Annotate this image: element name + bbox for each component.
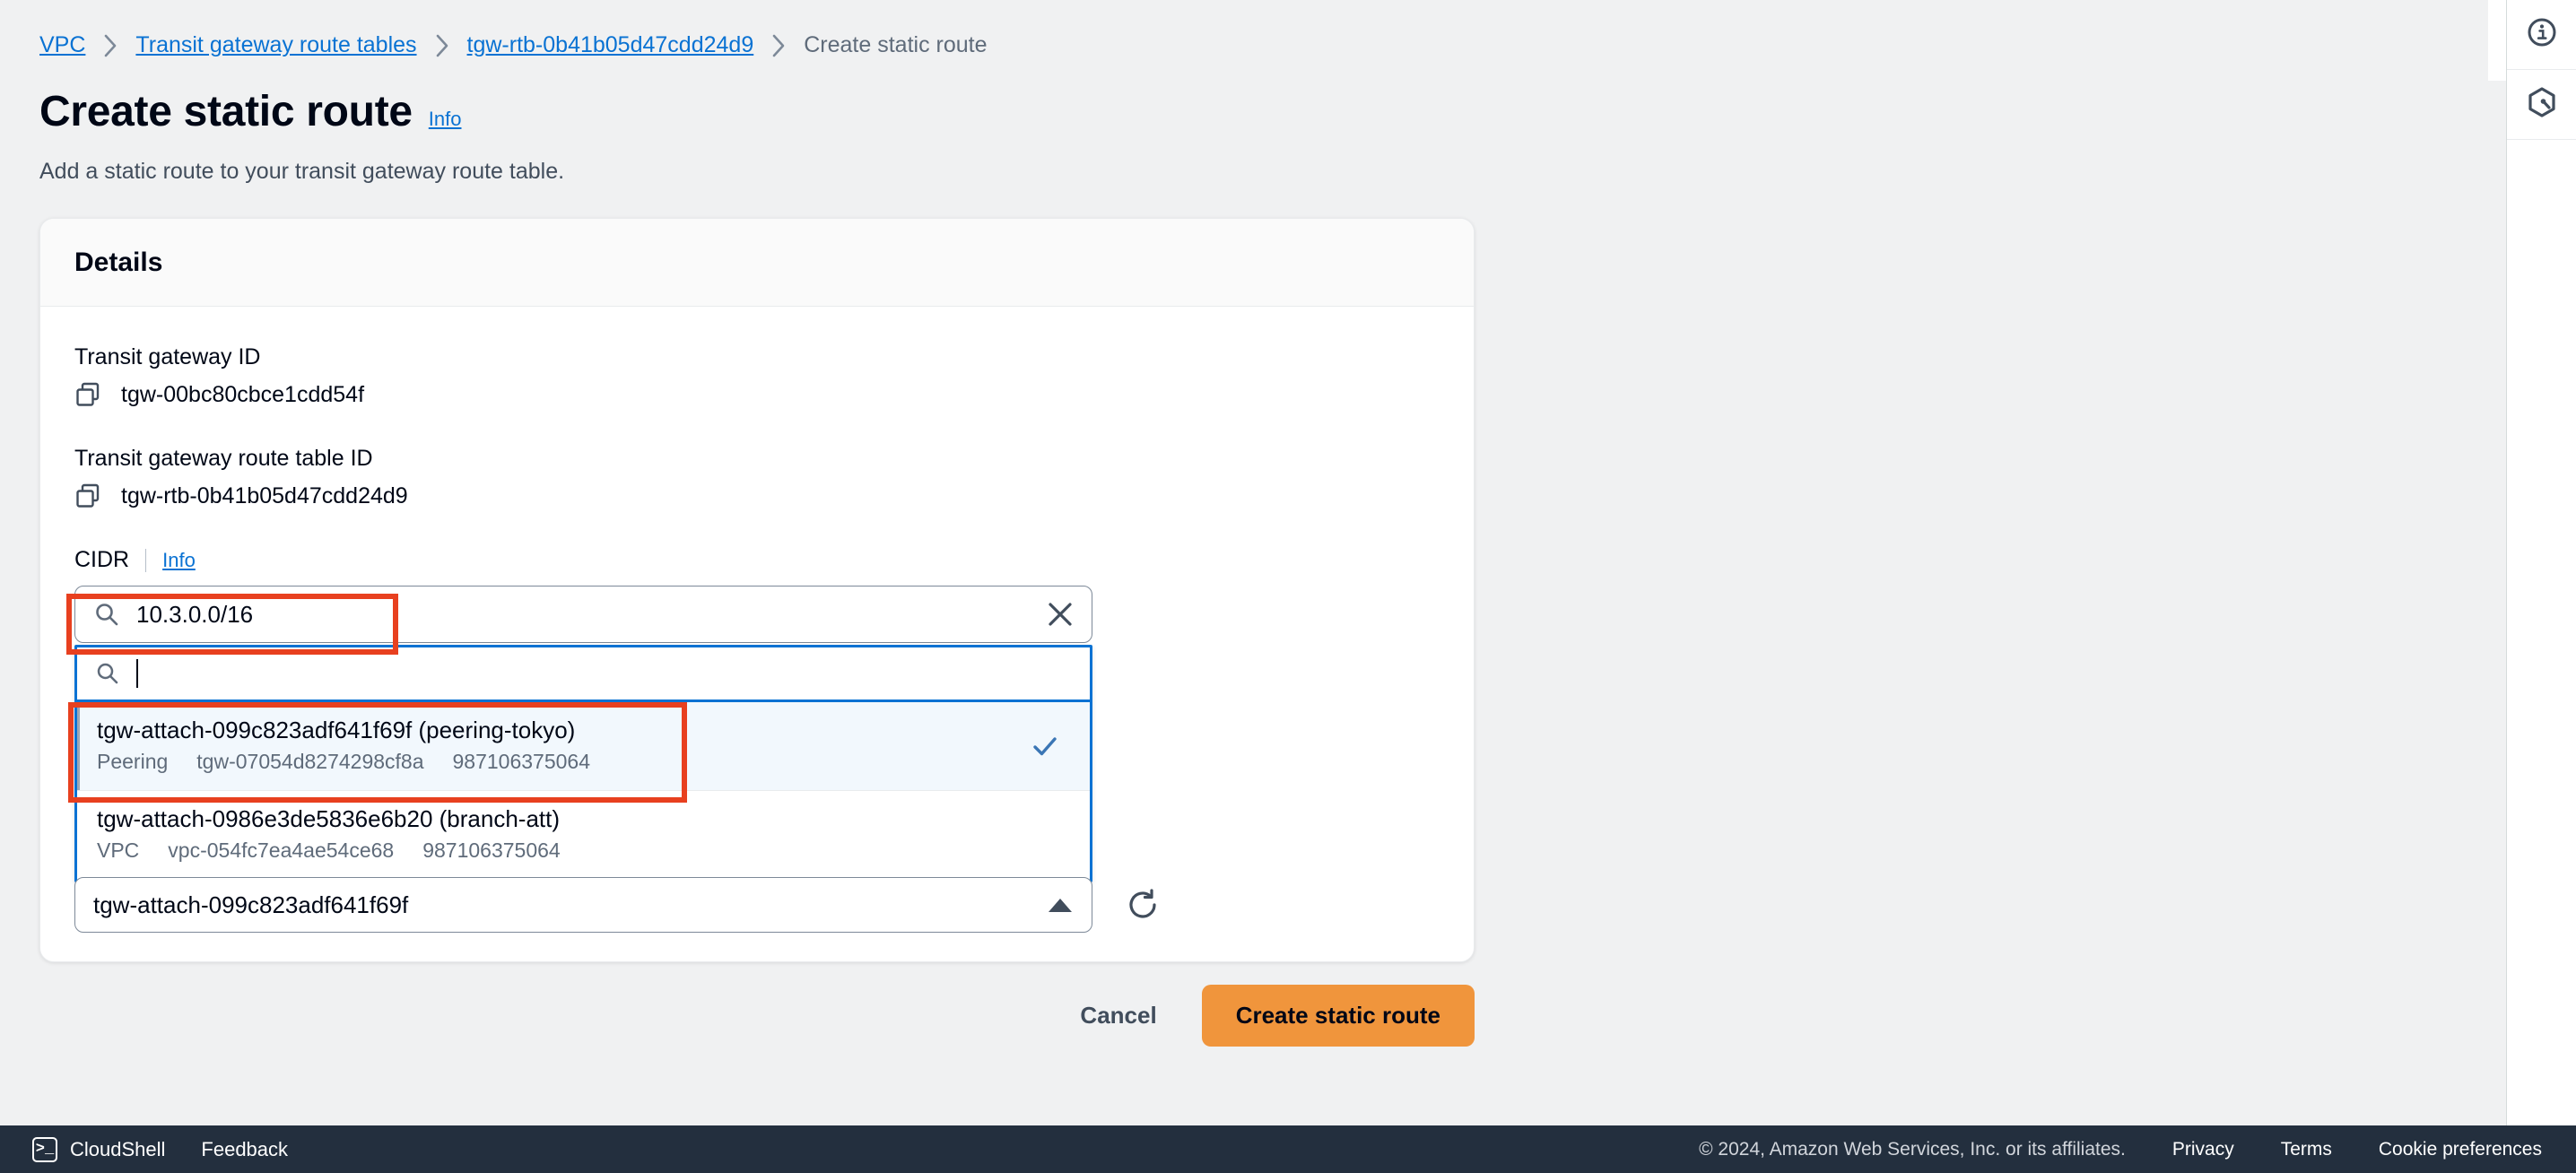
- breadcrumb-item-current: Create static route: [804, 32, 988, 57]
- attachment-select[interactable]: tgw-attach-099c823adf641f69f: [74, 877, 1092, 933]
- amazon-q-hexagon-icon: [2526, 86, 2558, 123]
- search-icon: [95, 661, 120, 686]
- cidr-info-link[interactable]: Info: [162, 549, 196, 572]
- dropdown-options: tgw-attach-099c823adf641f69f (peering-to…: [77, 699, 1090, 880]
- option-title: tgw-attach-0986e3de5836e6b20 (branch-att…: [97, 805, 561, 832]
- app-root: VPC Transit gateway route tables tgw-rtb…: [0, 0, 2576, 1173]
- info-circle-icon: [2526, 16, 2558, 53]
- footer: >_ CloudShell Feedback © 2024, Amazon We…: [0, 1125, 2576, 1173]
- transit-gateway-route-table-id-row: tgw-rtb-0b41b05d47cdd24d9: [74, 482, 1440, 509]
- option-account-id: 987106375064: [452, 750, 591, 773]
- cidr-autosuggest: 10.3.0.0/16 tgw-attach-099c823adf641f69f…: [74, 586, 1092, 882]
- chevron-right-icon: [771, 34, 786, 57]
- breadcrumb: VPC Transit gateway route tables tgw-rtb…: [39, 32, 988, 58]
- cidr-input[interactable]: 10.3.0.0/16: [136, 601, 1029, 629]
- attachment-select-row: tgw-attach-099c823adf641f69f: [74, 877, 1161, 933]
- terms-link[interactable]: Terms: [2281, 1139, 2332, 1160]
- page-header: Create static route Info: [39, 87, 461, 136]
- rail-spacer: [2488, 0, 2506, 81]
- create-static-route-button[interactable]: Create static route: [1201, 985, 1475, 1047]
- page-info-link[interactable]: Info: [429, 108, 462, 131]
- attachment-select-value: tgw-attach-099c823adf641f69f: [93, 891, 409, 918]
- cloudshell-label: CloudShell: [70, 1137, 166, 1160]
- option-resource-id: tgw-07054d8274298cf8a: [196, 750, 424, 773]
- option-account-id: 987106375064: [422, 838, 561, 862]
- page-title: Create static route: [39, 88, 413, 135]
- refresh-icon[interactable]: [1125, 887, 1161, 923]
- breadcrumb-item-vpc[interactable]: VPC: [39, 32, 85, 58]
- check-icon: [1031, 732, 1059, 760]
- dropdown-search-row[interactable]: [77, 647, 1090, 699]
- breadcrumb-item-transit-gateway-route-tables[interactable]: Transit gateway route tables: [135, 32, 416, 58]
- transit-gateway-id-value: tgw-00bc80cbce1cdd54f: [121, 381, 365, 407]
- option-meta: VPC vpc-054fc7ea4ae54ce68 987106375064: [97, 838, 1070, 863]
- cidr-input-wrapper[interactable]: 10.3.0.0/16: [74, 586, 1092, 643]
- label-divider: [145, 548, 147, 572]
- copy-icon[interactable]: [74, 381, 101, 408]
- option-type: Peering: [97, 750, 169, 773]
- transit-gateway-id-label: Transit gateway ID: [74, 344, 261, 369]
- details-card-title: Details: [74, 247, 163, 277]
- chevron-right-icon: [103, 34, 117, 57]
- feedback-button[interactable]: Feedback: [201, 1138, 288, 1161]
- option-title: tgw-attach-099c823adf641f69f (peering-to…: [97, 717, 576, 743]
- copy-icon[interactable]: [74, 482, 101, 509]
- cidr-label-row: CIDR Info: [74, 547, 1440, 573]
- close-icon[interactable]: [1045, 599, 1075, 630]
- transit-gateway-id-row: tgw-00bc80cbce1cdd54f: [74, 381, 1440, 408]
- amazon-q-toggle[interactable]: [2507, 70, 2576, 140]
- option-resource-id: vpc-054fc7ea4ae54ce68: [168, 838, 395, 862]
- page-description: Add a static route to your transit gatew…: [39, 159, 565, 184]
- footer-left: >_ CloudShell Feedback: [32, 1136, 288, 1162]
- dropdown-option-peering-tokyo[interactable]: tgw-attach-099c823adf641f69f (peering-to…: [77, 702, 1090, 791]
- dropdown-option-branch-att[interactable]: tgw-attach-0986e3de5836e6b20 (branch-att…: [77, 791, 1090, 880]
- breadcrumb-item-route-table-id[interactable]: tgw-rtb-0b41b05d47cdd24d9: [467, 32, 754, 58]
- transit-gateway-route-table-id-label: Transit gateway route table ID: [74, 446, 373, 471]
- chevron-right-icon: [435, 34, 449, 57]
- cloudshell-button[interactable]: >_ CloudShell: [32, 1136, 166, 1162]
- attachment-dropdown: tgw-attach-099c823adf641f69f (peering-to…: [74, 645, 1092, 882]
- transit-gateway-route-table-id-value: tgw-rtb-0b41b05d47cdd24d9: [121, 482, 408, 508]
- info-panel-toggle[interactable]: [2507, 0, 2576, 70]
- option-meta: Peering tgw-07054d8274298cf8a 9871063750…: [97, 750, 1070, 774]
- cancel-button[interactable]: Cancel: [1073, 989, 1163, 1042]
- details-card-header: Details: [40, 219, 1474, 307]
- copyright-text: © 2024, Amazon Web Services, Inc. or its…: [1699, 1138, 2126, 1160]
- form-actions: Cancel Create static route: [0, 985, 1475, 1047]
- privacy-link[interactable]: Privacy: [2172, 1139, 2234, 1160]
- cloudshell-icon: >_: [32, 1136, 57, 1162]
- details-card: Details Transit gateway ID tgw-00bc80cbc…: [39, 218, 1475, 962]
- option-type: VPC: [97, 838, 140, 862]
- footer-right: © 2024, Amazon Web Services, Inc. or its…: [1699, 1139, 2542, 1160]
- cookie-preferences-link[interactable]: Cookie preferences: [2379, 1139, 2542, 1160]
- text-cursor: [136, 659, 138, 688]
- cidr-label: CIDR: [74, 547, 130, 572]
- chevron-up-icon: [1049, 898, 1072, 912]
- details-card-body: Transit gateway ID tgw-00bc80cbce1cdd54f…: [40, 307, 1474, 933]
- main-content: VPC Transit gateway route tables tgw-rtb…: [0, 0, 2487, 1125]
- right-rail: [2506, 0, 2576, 1125]
- search-icon: [93, 601, 120, 628]
